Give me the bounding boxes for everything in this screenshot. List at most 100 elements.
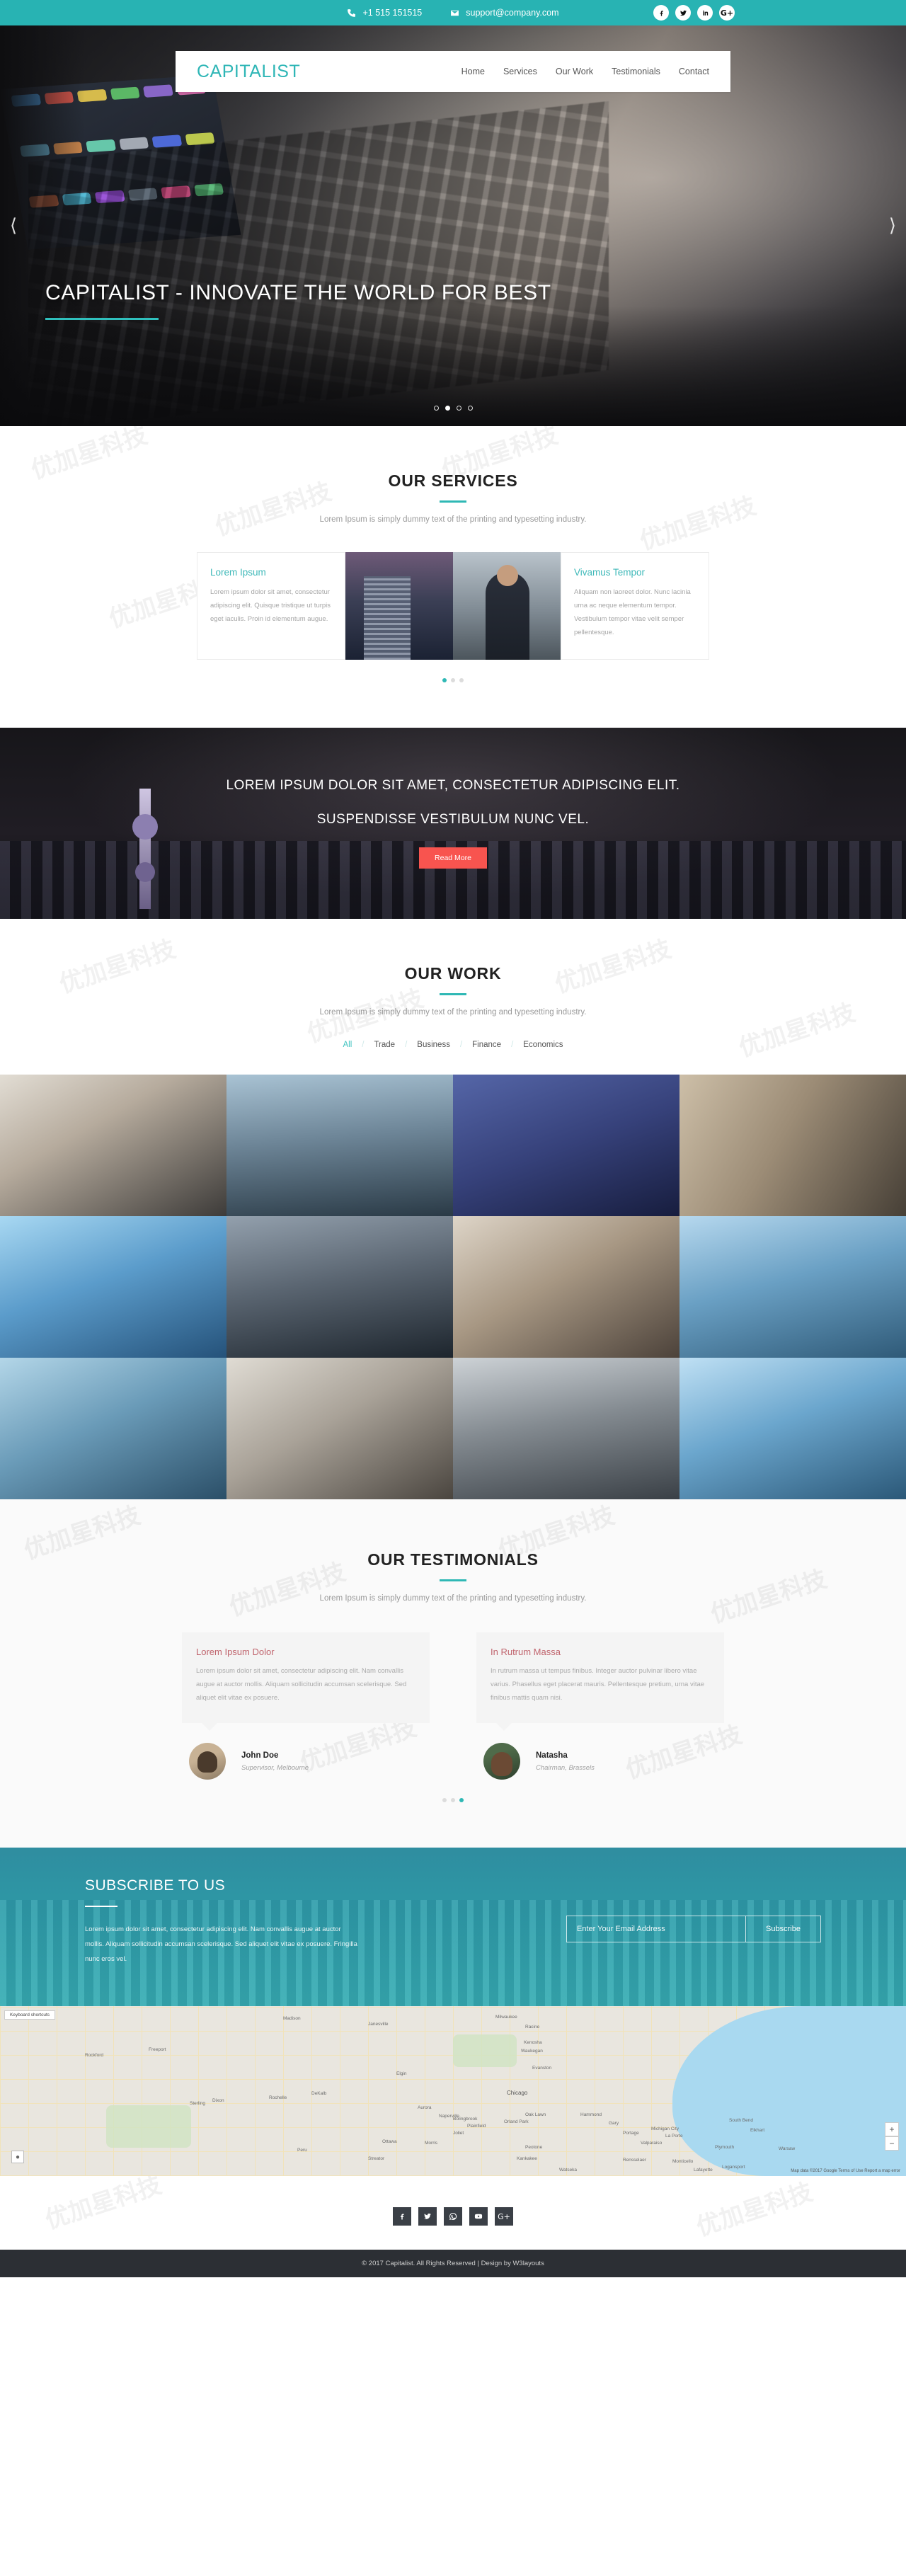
linkedin-icon[interactable] [697, 5, 713, 21]
google-plus-icon[interactable]: G+ [495, 2207, 513, 2226]
twitter-icon[interactable] [675, 5, 691, 21]
topbar-phone[interactable]: +1 515 151515 [347, 8, 422, 18]
testimonials-title: OUR TESTIMONIALS [367, 1550, 539, 1569]
map-zoom-in-button[interactable]: + [885, 2122, 899, 2136]
testimonial-1-role: Supervisor, Melbourne [241, 1763, 309, 1772]
hero-carousel: CAPITALIST Home Services Our Work Testim… [0, 25, 906, 426]
cta-banner: LOREM IPSUM DOLOR SIT AMET, CONSECTETUR … [0, 728, 906, 919]
hero-dot-1[interactable] [433, 406, 439, 411]
work-tile-glass-curve[interactable] [0, 1216, 226, 1358]
testimonial-1-body: Lorem ipsum dolor sit amet, consectetur … [196, 1667, 407, 1702]
map-place-label: Gary [609, 2121, 619, 2126]
facebook-icon[interactable] [653, 5, 669, 21]
read-more-button[interactable]: Read More [419, 847, 487, 869]
testimonials-dot-1[interactable] [442, 1798, 447, 1802]
service-card-2: Vivamus Tempor Aliquam non laoreet dolor… [561, 552, 709, 660]
whatsapp-icon[interactable] [444, 2207, 462, 2226]
subscribe-form: Subscribe [566, 1916, 821, 1942]
testimonials-dot-2[interactable] [451, 1798, 455, 1802]
map-place-label: Racine [525, 2025, 540, 2030]
topbar-email[interactable]: support@company.com [450, 8, 559, 18]
map-place-label: Oak Lawn [525, 2112, 546, 2117]
filter-separator: / [405, 1041, 408, 1049]
nav-item-home[interactable]: Home [461, 67, 485, 76]
subscribe-section: SUBSCRIBE TO US Lorem ipsum dolor sit am… [0, 1848, 906, 2006]
map-place-label: DeKalb [311, 2091, 327, 2096]
map-place-label: Peotone [525, 2145, 543, 2150]
testimonial-1: Lorem Ipsum Dolor Lorem ipsum dolor sit … [182, 1632, 430, 1780]
subscribe-body: Lorem ipsum dolor sit amet, consectetur … [85, 1925, 357, 1963]
map-place-label: Rensselaer [623, 2158, 646, 2163]
work-tile-desk-writing[interactable] [453, 1216, 680, 1358]
youtube-icon[interactable] [469, 2207, 488, 2226]
site-logo[interactable]: CAPITALIST [197, 62, 300, 82]
work-tile-glass-facade[interactable] [0, 1358, 226, 1499]
nav-item-services[interactable]: Services [503, 67, 537, 76]
carousel-next-arrow-icon[interactable]: ⟩ [889, 215, 896, 236]
hero-headline: CAPITALIST - INNOVATE THE WORLD FOR BEST [45, 281, 551, 304]
services-dot-1[interactable] [442, 678, 447, 682]
location-map[interactable]: Keyboard shortcuts Chicago Rockford Elgin… [0, 2006, 906, 2176]
work-filter-business[interactable]: Business [417, 1041, 450, 1049]
services-dot-2[interactable] [451, 678, 455, 682]
map-place-label: Joliet [453, 2131, 464, 2136]
nav-item-testimonials[interactable]: Testimonials [612, 67, 660, 76]
carousel-prev-arrow-icon[interactable]: ⟨ [10, 215, 17, 236]
nav-menu: Home Services Our Work Testimonials Cont… [461, 67, 709, 76]
work-tile-grey-towers[interactable] [453, 1358, 680, 1499]
testimonial-1-heading: Lorem Ipsum Dolor [196, 1647, 275, 1657]
testimonial-2-author: Natasha Chairman, Brassels [476, 1743, 724, 1780]
work-gallery-grid [0, 1075, 906, 1499]
map-place-label: Kenosha [524, 2040, 542, 2045]
map-place-label: Ottawa [382, 2139, 397, 2144]
twitter-icon[interactable] [418, 2207, 437, 2226]
footer-section: 优加星科技 优加星科技 G+ [0, 2176, 906, 2250]
hero-caption: CAPITALIST - INNOVATE THE WORLD FOR BEST [45, 281, 551, 320]
work-tile-city-skyline[interactable] [226, 1075, 453, 1216]
work-filter-economics[interactable]: Economics [523, 1041, 563, 1049]
nav-item-contact[interactable]: Contact [679, 67, 709, 76]
services-dot-3[interactable] [459, 678, 464, 682]
google-plus-icon[interactable]: G+ [719, 5, 735, 21]
work-tile-conference[interactable] [453, 1075, 680, 1216]
map-place-label: South Bend [729, 2118, 753, 2123]
facebook-icon[interactable] [393, 2207, 411, 2226]
work-tile-looking-up[interactable] [680, 1358, 906, 1499]
topbar-contacts: +1 515 151515 support@company.com [347, 8, 559, 18]
cta-tv-tower [132, 789, 158, 909]
work-tile-office-talk[interactable] [226, 1358, 453, 1499]
topbar-social-links: G+ [653, 0, 735, 25]
work-subtitle: Lorem Ipsum is simply dummy text of the … [319, 1008, 587, 1017]
work-filter-all[interactable]: All [343, 1041, 352, 1049]
work-tile-twin-towers[interactable] [226, 1216, 453, 1358]
map-attribution: Map data ©2017 Google Terms of Use Repor… [791, 2169, 900, 2173]
nav-item-our-work[interactable]: Our Work [556, 67, 593, 76]
map-zoom-out-button[interactable]: − [885, 2136, 899, 2151]
testimonial-1-bubble: Lorem Ipsum Dolor Lorem ipsum dolor sit … [182, 1632, 430, 1731]
map-place-label: Hammond [580, 2112, 602, 2117]
hero-dot-3[interactable] [456, 406, 461, 411]
cta-line-2: SUSPENDISSE VESTIBULUM NUNC VEL. [316, 812, 590, 827]
map-place-label: Lafayette [694, 2168, 713, 2173]
map-pin-icon[interactable]: ● [11, 2151, 24, 2163]
filter-separator: / [511, 1041, 514, 1049]
subscribe-title: SUBSCRIBE TO US [85, 1877, 226, 1894]
work-tile-tower-corner[interactable] [680, 1075, 906, 1216]
map-place-label: Rochelle [269, 2095, 287, 2100]
hero-dot-2[interactable] [445, 406, 450, 411]
hero-dot-4[interactable] [467, 406, 473, 411]
map-green-area [453, 2034, 517, 2067]
service-card-1-heading: Lorem Ipsum [210, 567, 266, 578]
work-filter-finance[interactable]: Finance [472, 1041, 501, 1049]
subscribe-email-input[interactable] [567, 1916, 745, 1942]
work-filter-trade[interactable]: Trade [374, 1041, 395, 1049]
testimonials-carousel-dots [85, 1798, 821, 1802]
map-zoom-controls: + − [885, 2122, 899, 2151]
testimonial-2-heading: In Rutrum Massa [491, 1647, 561, 1657]
work-tile-laptop-meeting[interactable] [0, 1075, 226, 1216]
work-tile-blue-highrise[interactable] [680, 1216, 906, 1358]
map-keyboard-shortcuts[interactable]: Keyboard shortcuts [4, 2010, 56, 2020]
testimonials-dot-3[interactable] [459, 1798, 464, 1802]
subscribe-button[interactable]: Subscribe [745, 1916, 820, 1942]
copyright-bar: © 2017 Capitalist. All Rights Reserved |… [0, 2250, 906, 2277]
